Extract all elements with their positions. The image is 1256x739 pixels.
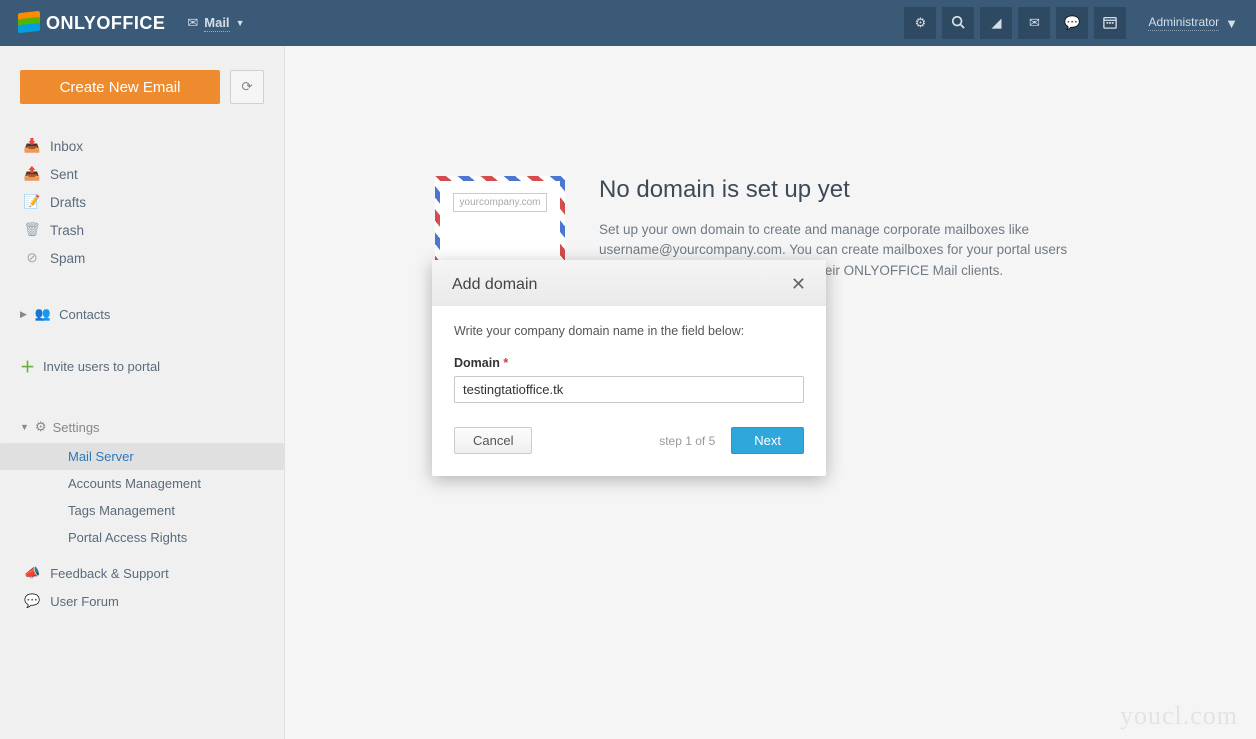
refresh-icon: ⟳ bbox=[241, 79, 252, 95]
settings-gear-button[interactable]: ⚙ bbox=[904, 7, 936, 39]
onlyoffice-logo-icon bbox=[18, 12, 40, 34]
settings-portal-access-rights[interactable]: Portal Access Rights bbox=[0, 524, 284, 551]
sidebar: Create New Email ⟳ 📥 Inbox 📤 Sent 📝 Drafts … bbox=[0, 46, 285, 739]
user-forum[interactable]: 💬 User Forum bbox=[20, 587, 264, 615]
calendar-icon bbox=[1103, 15, 1117, 32]
megaphone-icon: 📣 bbox=[24, 565, 40, 581]
domain-input[interactable] bbox=[454, 376, 804, 403]
chat-button[interactable]: 💬 bbox=[1056, 7, 1088, 39]
settings-submenu: Mail Server Accounts Management Tags Man… bbox=[20, 443, 264, 551]
folder-spam[interactable]: ⊘ Spam bbox=[20, 244, 264, 272]
add-domain-modal: Add domain ✕ Write your company domain n… bbox=[432, 260, 826, 476]
contacts-label: Contacts bbox=[59, 307, 110, 322]
settings-tags-management[interactable]: Tags Management bbox=[0, 497, 284, 524]
settings-accounts-management[interactable]: Accounts Management bbox=[0, 470, 284, 497]
gear-icon: ⚙ bbox=[915, 15, 927, 31]
modal-title: Add domain bbox=[452, 276, 537, 294]
mail-icon: ✉ bbox=[1029, 15, 1040, 31]
folder-label: Trash bbox=[50, 223, 84, 238]
refresh-button[interactable]: ⟳ bbox=[230, 70, 264, 104]
chat-icon: 💬 bbox=[1064, 15, 1080, 31]
feed-icon: ◢ bbox=[991, 15, 1001, 31]
next-button[interactable]: Next bbox=[731, 427, 804, 454]
step-indicator: step 1 of 5 bbox=[542, 434, 721, 448]
folder-label: Inbox bbox=[50, 139, 83, 154]
module-label: Mail bbox=[204, 15, 229, 32]
folder-label: Spam bbox=[50, 251, 85, 266]
inbox-icon: 📥 bbox=[24, 138, 40, 154]
example-domain: yourcompany.com bbox=[453, 193, 548, 212]
settings-label: Settings bbox=[53, 420, 100, 435]
trash-icon: 🗑 bbox=[24, 222, 40, 238]
domain-field-label: Domain * bbox=[454, 356, 804, 370]
people-icon: 👥 bbox=[35, 306, 51, 322]
folder-list: 📥 Inbox 📤 Sent 📝 Drafts 🗑 Trash ⊘ Spam bbox=[20, 132, 264, 272]
sidebar-settings-toggle[interactable]: ▼ ⚙ Settings bbox=[20, 413, 264, 441]
sent-icon: 📤 bbox=[24, 166, 40, 182]
invite-label: Invite users to portal bbox=[43, 359, 160, 374]
plus-icon: ＋ bbox=[20, 356, 35, 377]
postcard-illustration: yourcompany.com bbox=[435, 176, 565, 266]
triangle-right-icon: ▶ bbox=[20, 309, 27, 320]
mail-envelope-icon: ✉ bbox=[187, 15, 198, 31]
user-name: Administrator bbox=[1148, 15, 1219, 31]
mail-button[interactable]: ✉ bbox=[1018, 7, 1050, 39]
user-menu[interactable]: Administrator ▼ bbox=[1148, 15, 1238, 31]
gear-icon: ⚙ bbox=[35, 419, 47, 435]
folder-label: Sent bbox=[50, 167, 78, 182]
create-email-button[interactable]: Create New Email bbox=[20, 70, 220, 104]
spam-icon: ⊘ bbox=[24, 250, 40, 266]
feed-button[interactable]: ◢ bbox=[980, 7, 1012, 39]
cancel-button[interactable]: Cancel bbox=[454, 427, 532, 454]
folder-trash[interactable]: 🗑 Trash bbox=[20, 216, 264, 244]
watermark: youcl.com bbox=[1120, 701, 1238, 731]
chevron-down-icon: ▼ bbox=[1225, 16, 1238, 31]
calendar-button[interactable] bbox=[1094, 7, 1126, 39]
top-header: ONLYOFFICE ✉ Mail ▼ ⚙ ◢ ✉ 💬 Administrato… bbox=[0, 0, 1256, 46]
header-toolbar: ⚙ ◢ ✉ 💬 bbox=[904, 7, 1126, 39]
search-button[interactable] bbox=[942, 7, 974, 39]
chevron-down-icon: ▼ bbox=[236, 18, 245, 28]
brand-name: ONLYOFFICE bbox=[46, 13, 165, 34]
folder-inbox[interactable]: 📥 Inbox bbox=[20, 132, 264, 160]
settings-mail-server[interactable]: Mail Server bbox=[0, 443, 284, 470]
speech-bubble-icon: 💬 bbox=[24, 593, 40, 609]
drafts-icon: 📝 bbox=[24, 194, 40, 210]
search-icon bbox=[951, 15, 965, 32]
required-asterisk: * bbox=[503, 356, 508, 370]
feedback-support[interactable]: 📣 Feedback & Support bbox=[20, 559, 264, 587]
folder-label: Drafts bbox=[50, 195, 86, 210]
folder-sent[interactable]: 📤 Sent bbox=[20, 160, 264, 188]
modal-instruction: Write your company domain name in the fi… bbox=[454, 324, 804, 338]
empty-title: No domain is set up yet bbox=[599, 176, 1079, 204]
module-switcher[interactable]: ✉ Mail ▼ bbox=[187, 15, 244, 32]
brand-logo[interactable]: ONLYOFFICE bbox=[18, 12, 165, 34]
close-icon: ✕ bbox=[791, 274, 806, 294]
sidebar-contacts[interactable]: ▶ 👥 Contacts bbox=[20, 300, 264, 328]
folder-drafts[interactable]: 📝 Drafts bbox=[20, 188, 264, 216]
triangle-down-icon: ▼ bbox=[20, 422, 29, 432]
invite-users[interactable]: ＋ Invite users to portal bbox=[20, 350, 264, 383]
modal-close-button[interactable]: ✕ bbox=[791, 274, 806, 295]
